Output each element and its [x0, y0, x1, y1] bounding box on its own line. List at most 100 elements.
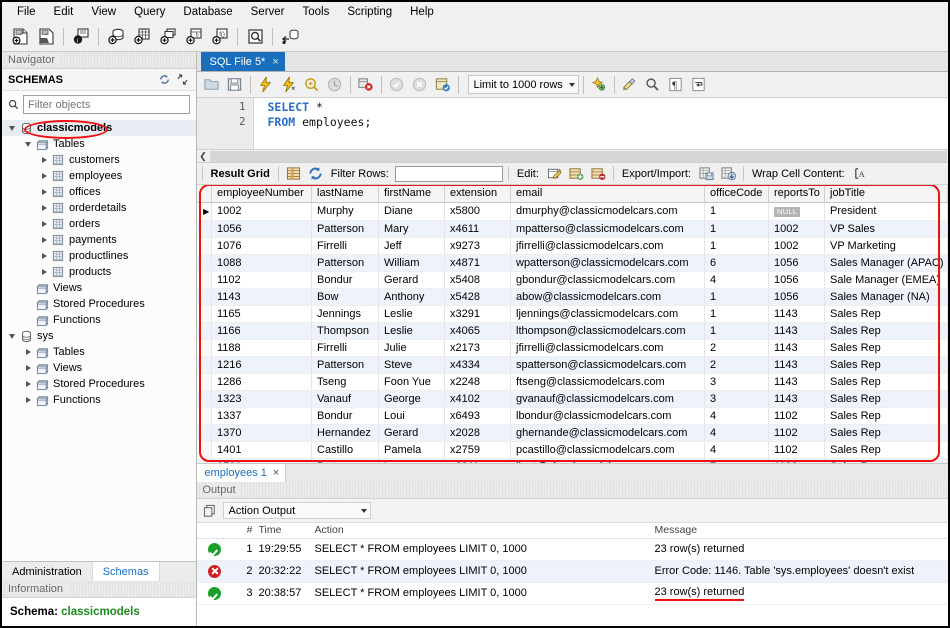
- row-limit-dropdown[interactable]: Limit to 1000 rows: [467, 75, 579, 94]
- cell-reportsTo[interactable]: 1143: [768, 305, 825, 323]
- menu-item-edit[interactable]: Edit: [45, 4, 83, 20]
- copy-icon[interactable]: [203, 504, 217, 518]
- row-selector[interactable]: [196, 441, 212, 459]
- cell-reportsTo[interactable]: 1056: [768, 271, 825, 289]
- cell-firstName[interactable]: George: [378, 390, 445, 408]
- output-table[interactable]: # Time Action Message 1 19:29:55 SELECT * FRO…: [196, 523, 948, 605]
- cell-reportsTo[interactable]: 1143: [768, 356, 825, 374]
- cell-email[interactable]: lthompson@classicmodelcars.com: [510, 322, 705, 340]
- cell-officeCode[interactable]: 3: [704, 390, 769, 408]
- cell-lastName[interactable]: Bott: [311, 458, 379, 463]
- table-row[interactable]: 1166 Thompson Leslie x4065 lthompson@classic…: [196, 322, 948, 340]
- cell-employeeNumber[interactable]: 1401: [211, 441, 312, 459]
- cell-employeeNumber[interactable]: 1088: [211, 254, 312, 272]
- cell-email[interactable]: pcastillo@classicmodelcars.com: [510, 441, 705, 459]
- tree-node-payments[interactable]: payments: [2, 232, 196, 248]
- cell-officeCode[interactable]: 1: [704, 220, 769, 238]
- tree-node-productlines[interactable]: productlines: [2, 248, 196, 264]
- new-schema-icon[interactable]: [104, 25, 128, 49]
- cell-lastName[interactable]: Bondur: [311, 271, 379, 289]
- cell-jobTitle[interactable]: Sales Rep: [824, 322, 948, 340]
- reconnect-server-icon[interactable]: [278, 25, 302, 49]
- chevron-right-icon[interactable]: [38, 157, 50, 163]
- chevron-right-icon[interactable]: [22, 365, 34, 371]
- cell-lastName[interactable]: Firrelli: [311, 237, 379, 255]
- edit-row-icon[interactable]: [545, 164, 564, 183]
- cell-email[interactable]: jfirrelli@classicmodelcars.com: [510, 237, 705, 255]
- cell-email[interactable]: ljennings@classicmodelcars.com: [510, 305, 705, 323]
- cell-reportsTo[interactable]: 1056: [768, 288, 825, 306]
- cell-reportsTo[interactable]: 1143: [768, 339, 825, 357]
- chevron-down-icon[interactable]: [6, 333, 18, 339]
- cell-reportsTo[interactable]: 1143: [768, 390, 825, 408]
- toggle-stop-on-error-icon[interactable]: [355, 74, 377, 96]
- table-row[interactable]: 1188 Firrelli Julie x2173 jfirrelli@classicm…: [196, 339, 948, 357]
- row-selector[interactable]: [196, 220, 212, 238]
- cell-extension[interactable]: x4611: [444, 220, 511, 238]
- cell-reportsTo[interactable]: 1102: [768, 424, 825, 442]
- cell-employeeNumber[interactable]: 1102: [211, 271, 312, 289]
- table-row[interactable]: 1088 Patterson William x4871 wpatterson@clas…: [196, 254, 948, 272]
- chevron-right-icon[interactable]: [22, 349, 34, 355]
- nav-tab-schemas[interactable]: Schemas: [92, 562, 160, 581]
- cell-extension[interactable]: x2248: [444, 373, 511, 391]
- row-selector[interactable]: ▶: [196, 202, 212, 221]
- cell-firstName[interactable]: Steve: [378, 356, 445, 374]
- cell-lastName[interactable]: Thompson: [311, 322, 379, 340]
- search-table-data-icon[interactable]: [243, 25, 267, 49]
- cell-extension[interactable]: x2311: [444, 458, 511, 463]
- cell-jobTitle[interactable]: Sales Rep: [824, 441, 948, 459]
- cell-lastName[interactable]: Jennings: [311, 305, 379, 323]
- cell-extension[interactable]: x4334: [444, 356, 511, 374]
- sql-code-text[interactable]: SELECT * FROM employees;: [254, 98, 949, 149]
- cell-lastName[interactable]: Patterson: [311, 254, 379, 272]
- chevron-right-icon[interactable]: [38, 253, 50, 259]
- row-selector[interactable]: [196, 305, 212, 323]
- row-selector[interactable]: [196, 288, 212, 306]
- row-selector[interactable]: [196, 407, 212, 425]
- autocommit-icon[interactable]: [432, 74, 454, 96]
- cell-email[interactable]: spatterson@classicmodelcars.com: [510, 356, 705, 374]
- cell-officeCode[interactable]: 7: [704, 458, 769, 463]
- cell-jobTitle[interactable]: Sales Rep: [824, 407, 948, 425]
- menu-item-tools[interactable]: Tools: [294, 4, 339, 20]
- cell-extension[interactable]: x2759: [444, 441, 511, 459]
- tree-node-employees[interactable]: employees: [2, 168, 196, 184]
- cell-officeCode[interactable]: 3: [704, 373, 769, 391]
- collapse-all-icon[interactable]: [176, 73, 190, 87]
- cell-officeCode[interactable]: 1: [704, 237, 769, 255]
- column-header-lastName[interactable]: lastName: [311, 185, 379, 203]
- cell-firstName[interactable]: Pamela: [378, 441, 445, 459]
- toggle-invisible-characters-icon[interactable]: ¶: [665, 74, 687, 96]
- cell-firstName[interactable]: Gerard: [378, 271, 445, 289]
- chevron-right-icon[interactable]: [22, 381, 34, 387]
- cell-extension[interactable]: x2173: [444, 339, 511, 357]
- cell-employeeNumber[interactable]: 1323: [211, 390, 312, 408]
- column-header-firstName[interactable]: firstName: [378, 185, 445, 203]
- cell-email[interactable]: ghernande@classicmodelcars.com: [510, 424, 705, 442]
- cell-reportsTo[interactable]: 1102: [768, 458, 825, 463]
- scroll-left-icon[interactable]: ❮: [197, 151, 210, 162]
- new-procedure-icon[interactable]: b: [182, 25, 206, 49]
- cell-lastName[interactable]: Murphy: [311, 202, 379, 221]
- editor-horizontal-scrollbar[interactable]: ❮: [196, 150, 948, 163]
- cell-extension[interactable]: x4871: [444, 254, 511, 272]
- refresh-icon[interactable]: [306, 164, 325, 183]
- scroll-track[interactable]: [209, 150, 947, 162]
- cell-reportsTo[interactable]: 1143: [768, 373, 825, 391]
- tree-node-orderdetails[interactable]: orderdetails: [2, 200, 196, 216]
- cell-lastName[interactable]: Bondur: [311, 407, 379, 425]
- cell-employeeNumber[interactable]: 1370: [211, 424, 312, 442]
- cell-email[interactable]: jfirrelli@classicmodelcars.com: [510, 339, 705, 357]
- beautify-icon[interactable]: [588, 74, 610, 96]
- filter-objects-input[interactable]: [23, 95, 190, 114]
- cell-employeeNumber[interactable]: 1076: [211, 237, 312, 255]
- cell-extension[interactable]: x3291: [444, 305, 511, 323]
- row-selector[interactable]: [196, 373, 212, 391]
- cell-jobTitle[interactable]: Sales Rep: [824, 390, 948, 408]
- rollback-icon[interactable]: [409, 74, 431, 96]
- cell-officeCode[interactable]: 4: [704, 407, 769, 425]
- delete-row-icon[interactable]: [589, 164, 608, 183]
- chevron-right-icon[interactable]: [38, 237, 50, 243]
- cell-lastName[interactable]: Patterson: [311, 220, 379, 238]
